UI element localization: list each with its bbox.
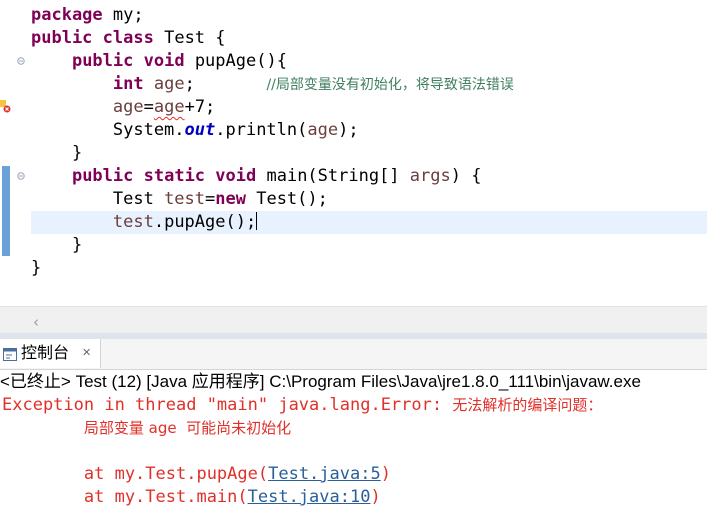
code-line[interactable]: } (31, 257, 41, 280)
code-token: public (71, 166, 134, 186)
console-text: at my.Test.main( (2, 487, 248, 507)
stack-trace-link[interactable]: Test.java:5 (268, 464, 381, 484)
code-token: +7; (184, 97, 216, 117)
code-token: new (215, 189, 246, 209)
console-text: Exception in thread "main" java.lang.Err… (2, 395, 453, 415)
code-line[interactable]: age=age+7; (31, 96, 215, 119)
fold-toggle-main[interactable] (17, 172, 25, 180)
code-editor[interactable]: package my; public class Test { public vo… (0, 0, 707, 334)
code-token: public (71, 51, 134, 71)
code-token: = (205, 189, 216, 209)
stack-trace-link[interactable]: Test.java:10 (248, 487, 371, 507)
code-token: args (409, 166, 451, 186)
code-line[interactable]: } (31, 142, 82, 165)
code-token: public (31, 28, 93, 48)
code-token: class (102, 28, 154, 48)
code-token: int (112, 74, 144, 94)
code-line[interactable]: package my; (31, 4, 144, 27)
code-token: void (143, 51, 185, 71)
code-line[interactable]: public void pupAge(){ (31, 50, 287, 73)
code-token: Test { (153, 28, 226, 48)
code-token: main(String[] (256, 166, 410, 186)
text-caret (256, 212, 258, 230)
chevron-left-icon[interactable]: ‹ (33, 313, 39, 331)
code-token: package (31, 5, 103, 25)
code-line[interactable]: Test test=new Test(); (31, 188, 328, 211)
code-token: test (112, 212, 154, 232)
console-text: ) (370, 487, 381, 507)
console-icon (3, 346, 17, 361)
code-token: ); (338, 120, 359, 140)
console-line: at my.Test.pupAge(Test.java:5) (2, 463, 391, 486)
console-output[interactable]: Exception in thread "main" java.lang.Err… (0, 394, 707, 519)
console-line: Exception in thread "main" java.lang.Err… (2, 394, 602, 417)
code-line[interactable]: public static void main(String[] args) { (31, 165, 482, 188)
code-token: static (143, 166, 206, 186)
console-line: 局部变量 age 可能尚未初始化 (2, 417, 291, 440)
console-text: ) (380, 464, 391, 484)
code-token: age (307, 120, 339, 140)
code-token: Test (31, 189, 165, 209)
code-token: void (215, 166, 257, 186)
code-token: test (164, 189, 206, 209)
console-text: at my.Test.pupAge( (2, 464, 269, 484)
editor-gutter (0, 0, 12, 306)
code-token: } (31, 143, 83, 163)
code-token: = (143, 97, 154, 117)
code-token: out (184, 120, 216, 140)
code-token: pupAge(){ (184, 51, 287, 71)
code-line[interactable]: int age; //局部变量没有初始化，将导致语法错误 (31, 73, 514, 96)
console-line: at my.Test.main(Test.java:10) (2, 486, 381, 509)
code-token: Test(); (245, 189, 328, 209)
console-text: 局部变量 age 可能尚未初始化 (83, 419, 292, 437)
console-tab-bar: 控制台 ✕ (0, 339, 707, 370)
code-token: } (31, 258, 42, 278)
code-token: .pupAge(); (153, 212, 257, 232)
code-token: age (112, 97, 144, 117)
close-icon[interactable]: ✕ (82, 346, 91, 359)
code-token: System. (31, 120, 185, 140)
code-token: age (153, 97, 185, 117)
code-line[interactable]: test.pupAge(); (31, 211, 258, 234)
code-line[interactable]: public class Test { (31, 27, 226, 50)
code-token: age (153, 74, 185, 94)
tab-console[interactable]: 控制台 ✕ (0, 339, 101, 368)
fold-toggle-pupage[interactable] (17, 57, 25, 65)
horizontal-scrollbar[interactable]: ‹ (0, 306, 707, 334)
error-marker-icon[interactable] (0, 98, 11, 113)
console-text: 无法解析的编译问题： (452, 396, 603, 414)
code-token: } (31, 235, 83, 255)
code-line[interactable]: System.out.println(age); (31, 119, 359, 142)
code-token: ) { (450, 166, 482, 186)
code-token: .println( (215, 120, 308, 140)
tab-console-label: 控制台 (21, 343, 70, 362)
code-token: my; (102, 5, 144, 25)
code-token: ; (184, 74, 267, 94)
code-line[interactable]: } (31, 234, 82, 257)
code-token: //局部变量没有初始化，将导致语法错误 (266, 77, 514, 93)
change-ruler-bar (2, 166, 10, 256)
console-process-status: <已终止> Test (12) [Java 应用程序] C:\Program F… (0, 372, 641, 391)
